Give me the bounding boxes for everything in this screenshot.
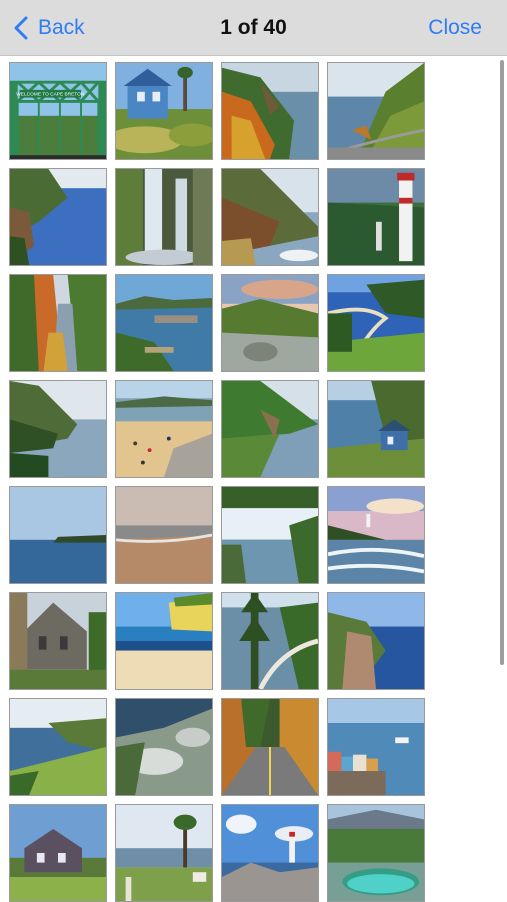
thumbnail-18[interactable]: [115, 486, 213, 584]
photo-grid: WELCOME TO CAPE BRETON: [9, 62, 425, 902]
thumbnail-30[interactable]: [115, 804, 213, 902]
thumbnail-1[interactable]: WELCOME TO CAPE BRETON: [9, 62, 107, 160]
thumbnail-23[interactable]: [221, 592, 319, 690]
thumbnail-32[interactable]: [327, 804, 425, 902]
thumbnail-29[interactable]: [9, 804, 107, 902]
thumbnail-6[interactable]: [115, 168, 213, 266]
thumbnail-2[interactable]: [115, 62, 213, 160]
thumbnail-11[interactable]: [221, 274, 319, 372]
thumbnail-28[interactable]: [327, 698, 425, 796]
thumbnail-31[interactable]: [221, 804, 319, 902]
thumbnail-5[interactable]: [9, 168, 107, 266]
thumbnail-12[interactable]: [327, 274, 425, 372]
thumbnail-19[interactable]: [221, 486, 319, 584]
thumbnail-17[interactable]: [9, 486, 107, 584]
navigation-bar: Back 1 of 40 Close: [0, 0, 507, 56]
thumbnail-15[interactable]: [221, 380, 319, 478]
thumbnail-13[interactable]: [9, 380, 107, 478]
thumbnail-22[interactable]: [115, 592, 213, 690]
thumbnail-10[interactable]: [115, 274, 213, 372]
thumbnail-9[interactable]: [9, 274, 107, 372]
thumbnail-8[interactable]: [327, 168, 425, 266]
thumbnail-20[interactable]: [327, 486, 425, 584]
thumbnail-3[interactable]: [221, 62, 319, 160]
thumbnail-14[interactable]: [115, 380, 213, 478]
thumbnail-4[interactable]: [327, 62, 425, 160]
thumbnail-25[interactable]: [9, 698, 107, 796]
thumbnail-16[interactable]: [327, 380, 425, 478]
close-button[interactable]: Close: [428, 14, 482, 42]
thumbnail-7[interactable]: [221, 168, 319, 266]
bridge-sign-text: WELCOME TO CAPE BRETON: [16, 92, 85, 98]
thumbnail-26[interactable]: [115, 698, 213, 796]
vertical-scrollbar[interactable]: [500, 60, 504, 665]
thumbnail-27[interactable]: [221, 698, 319, 796]
thumbnail-21[interactable]: [9, 592, 107, 690]
thumbnail-24[interactable]: [327, 592, 425, 690]
